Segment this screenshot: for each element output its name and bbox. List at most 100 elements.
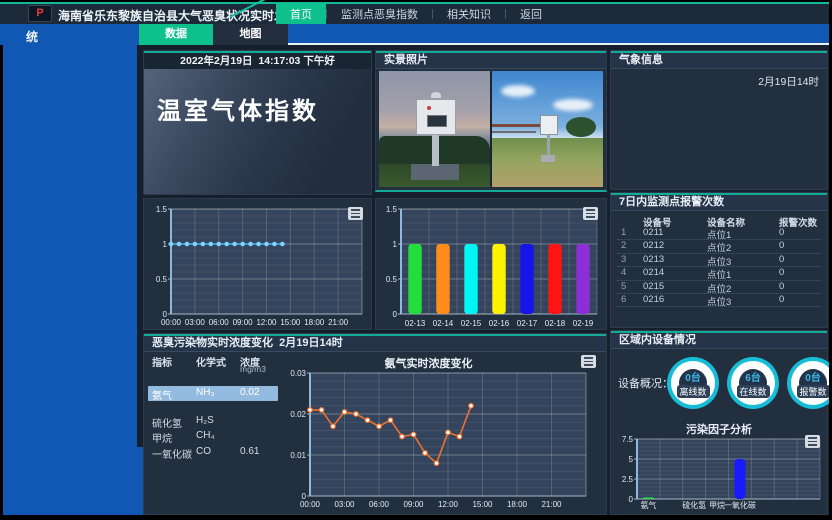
table-cell: 0216 (643, 294, 664, 305)
odor-panel-title: 恶臭污染物实时浓度变化 2月19日14时 (144, 334, 606, 352)
svg-text:15:00: 15:00 (472, 500, 493, 509)
table-cell: 0211 (643, 227, 663, 238)
svg-text:12:00: 12:00 (256, 318, 277, 327)
table-cell: 0 (779, 294, 784, 305)
pollution-factors-chart: 02.557.5氨气硫化氢甲烷一氧化碳 (613, 435, 826, 516)
table-cell: 甲烷 (152, 430, 172, 445)
svg-text:0.5: 0.5 (386, 275, 398, 284)
svg-text:03:00: 03:00 (334, 500, 355, 509)
table-cell: 3 (621, 254, 626, 265)
svg-text:1: 1 (163, 240, 168, 249)
svg-text:12:00: 12:00 (438, 500, 459, 509)
table-row: 20212点位20 (617, 240, 821, 253)
cloud (553, 99, 593, 111)
photo-fence-rail (492, 131, 536, 133)
svg-text:02-16: 02-16 (489, 319, 510, 328)
table-cell: 0 (779, 240, 784, 251)
region-panel-title: 区域内设备情况 (611, 331, 827, 349)
daily-index-chart: 00.511.502-1302-1402-1502-1602-1702-1802… (377, 200, 606, 334)
table-cell: 0 (779, 227, 784, 238)
nav-item-back[interactable]: 返回 (506, 4, 556, 24)
device-antenna (431, 92, 441, 98)
table-cell: 0.61 (240, 446, 259, 457)
ghg-index-chart-panel: 00.511.500:0003:0006:0009:0012:0015:0018… (143, 198, 372, 330)
svg-text:一氧化碳: 一氧化碳 (724, 500, 756, 510)
photos-panel: 实景照片 (375, 50, 607, 192)
alarms-panel: 7日内监测点报警次数 设备号 设备名称 报警次数 10211点位1020212点… (610, 192, 828, 328)
site-photo-1 (379, 71, 490, 187)
table-cell: 点位1 (707, 227, 731, 241)
svg-text:0: 0 (393, 310, 398, 319)
table-cell: CO (196, 446, 211, 457)
concentration-unit: mg/m3 (240, 364, 266, 374)
badge-count: 6台 (745, 369, 761, 384)
table-cell: 2 (621, 240, 626, 251)
table-row: 50215点位20 (617, 281, 821, 294)
nav-item-odor-index[interactable]: 监测点恶臭指数 (327, 4, 432, 24)
table-cell: 6 (621, 294, 626, 305)
table-cell: 0214 (643, 267, 664, 278)
table-cell: 点位1 (707, 267, 731, 281)
tab-data[interactable]: 数据 (139, 24, 213, 45)
datetime-bar: 2022年2月19日 14:17:03 下午好 (144, 51, 371, 69)
ghg-index-chart: 00.511.500:0003:0006:0009:0012:0015:0018… (145, 200, 371, 334)
nav-item-home[interactable]: 首页 (276, 3, 326, 25)
photo-plinth (411, 164, 459, 180)
tab-map[interactable]: 地图 (213, 24, 288, 45)
menu-icon[interactable] (348, 207, 363, 220)
app-logo: P (28, 5, 52, 22)
svg-text:02-15: 02-15 (461, 319, 482, 328)
device-led (427, 106, 431, 110)
svg-text:18:00: 18:00 (507, 500, 528, 509)
svg-text:硫化氢: 硫化氢 (682, 500, 706, 510)
pollutant-row[interactable]: 氨气NH₃0.02 (148, 386, 278, 401)
tab-bar: 统 数据 地图 (0, 24, 832, 45)
svg-text:1.5: 1.5 (386, 205, 398, 214)
svg-text:15:00: 15:00 (280, 318, 301, 327)
device-base (541, 155, 555, 162)
nav-item-knowledge[interactable]: 相关知识 (433, 4, 505, 24)
pollutant-row[interactable]: 甲烷CH₄ (148, 429, 278, 444)
table-cell: 4 (621, 267, 626, 278)
menu-icon[interactable] (805, 435, 820, 448)
svg-text:2.5: 2.5 (622, 475, 634, 484)
table-row: 10211点位10 (617, 227, 821, 240)
device-badges: 0台离线数6台在线数0台报警数 (667, 357, 832, 409)
daily-index-chart-panel: 00.511.502-1302-1402-1502-1602-1702-1802… (375, 198, 607, 330)
svg-text:09:00: 09:00 (233, 318, 254, 327)
table-cell: H₂S (196, 415, 214, 426)
photos-panel-title: 实景照片 (376, 51, 606, 69)
badge-count: 0台 (685, 369, 701, 384)
svg-text:0.01: 0.01 (290, 451, 306, 460)
table-cell: 0213 (643, 254, 664, 265)
pollutant-row[interactable]: 一氧化碳CO0.61 (148, 445, 278, 460)
monitoring-device (416, 99, 456, 135)
menu-icon[interactable] (581, 355, 596, 368)
svg-text:03:00: 03:00 (185, 318, 206, 327)
pollutant-row[interactable]: 硫化氢 H₂S (148, 414, 278, 429)
site-photo-2 (492, 71, 603, 187)
badge-label: 离线数 (677, 385, 710, 398)
table-cell: 氨气 (152, 387, 172, 402)
svg-text:02-17: 02-17 (517, 319, 538, 328)
table-cell: 0212 (643, 240, 664, 251)
svg-text:7.5: 7.5 (622, 435, 634, 444)
alarms-panel-title: 7日内监测点报警次数 (611, 193, 827, 211)
device-overview-label: 设备概况： (618, 375, 673, 391)
badge-label: 报警数 (797, 385, 830, 398)
table-cell: 0215 (643, 281, 664, 292)
table-cell: 0 (779, 281, 784, 292)
window-edge-bottom (0, 515, 832, 520)
monitoring-device (540, 115, 558, 135)
svg-text:18:00: 18:00 (304, 318, 325, 327)
device-screen (427, 115, 447, 127)
menu-icon[interactable] (583, 207, 598, 220)
svg-text:02-14: 02-14 (433, 319, 454, 328)
greenhouse-title: 温室气体指数 (157, 91, 319, 126)
odor-table: 指标 化学式 浓度 mg/m3 氨气NH₃0.02硫化氢H₂S甲烷CH₄一氧化碳… (144, 352, 281, 514)
svg-text:06:00: 06:00 (369, 500, 390, 509)
table-cell: 点位2 (707, 281, 731, 295)
odor-panel: 恶臭污染物实时浓度变化 2月19日14时 指标 化学式 浓度 mg/m3 氨气N… (143, 333, 607, 515)
svg-text:1.5: 1.5 (156, 205, 168, 214)
table-cell: 硫化氢 (152, 415, 182, 430)
